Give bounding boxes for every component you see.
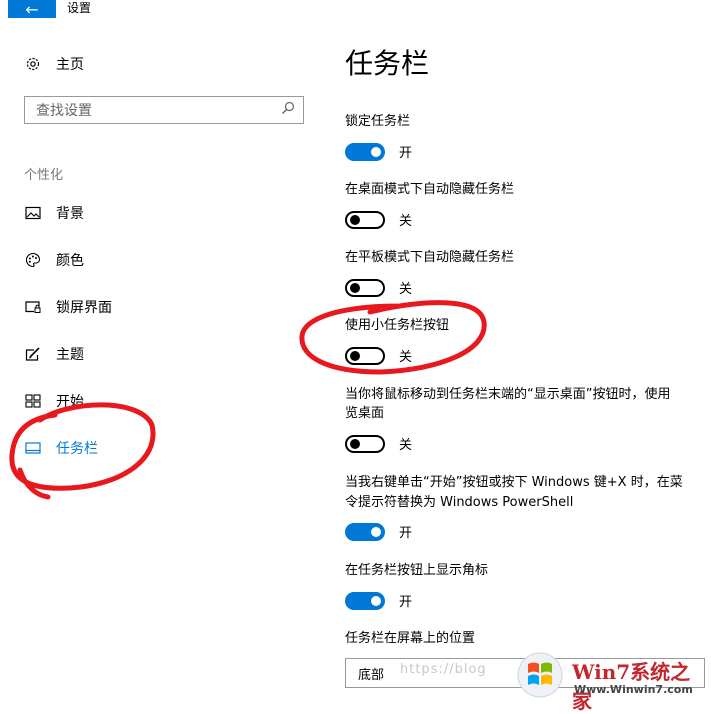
setting-label-small-buttons: 使用小任务栏按钮 (345, 318, 450, 333)
sidebar-item-label: 主页 (56, 57, 84, 73)
setting-peek: 关 (345, 434, 412, 453)
win7-logo: Win7系统之家 Www.Winwin7.com (512, 650, 710, 713)
section-label: 个性化 (24, 168, 64, 183)
theme-brush-icon (24, 345, 42, 363)
taskbar-icon (24, 439, 42, 457)
setting-label-autohide-tablet: 在平板模式下自动隐藏任务栏 (345, 250, 515, 265)
logo-url: Www.Winwin7.com (574, 683, 693, 696)
toggle-switch[interactable] (345, 142, 385, 161)
toggle-switch[interactable] (345, 346, 385, 365)
setting-label-peek-line1: 当你将鼠标移动到任务栏末端的“显示桌面”按钮时，使用 (345, 387, 671, 402)
toggle-state: 开 (399, 526, 413, 541)
sidebar-item-background[interactable]: 背景 (24, 203, 84, 223)
setting-small-buttons: 关 (345, 346, 412, 365)
dropdown-value: 底部 (358, 667, 385, 683)
setting-label-lock-taskbar: 锁定任务栏 (345, 114, 411, 129)
toggle-state: 关 (399, 214, 413, 229)
setting-lock-taskbar: 开 (345, 142, 412, 161)
palette-icon (24, 251, 42, 269)
setting-label-powershell-line2: 令提示符替换为 Windows PowerShell (345, 495, 574, 510)
setting-autohide-tablet: 关 (345, 278, 412, 297)
sidebar-item-label: 背景 (56, 206, 84, 222)
toggle-knob (371, 526, 381, 537)
toggle-knob (371, 146, 381, 157)
setting-label-autohide-desktop: 在桌面模式下自动隐藏任务栏 (345, 182, 515, 197)
sidebar-item-label: 锁屏界面 (56, 300, 112, 316)
sidebar-item-label: 任务栏 (56, 441, 98, 457)
sidebar-item-lockscreen[interactable]: 锁屏界面 (24, 297, 112, 317)
toggle-knob (371, 595, 381, 606)
watermark-url: https://blog (400, 662, 487, 677)
app-title: 设置 (67, 1, 92, 15)
sidebar-item-home[interactable]: 主页 (24, 54, 84, 74)
page-title: 任务栏 (345, 47, 430, 80)
search-icon (281, 101, 295, 119)
back-button[interactable]: ← (8, 0, 56, 19)
toggle-knob (350, 350, 360, 361)
setting-badges: 开 (345, 591, 412, 610)
setting-label-peek-line2: 览桌面 (345, 406, 385, 421)
toggle-knob (350, 214, 360, 225)
toggle-knob (350, 282, 360, 293)
toggle-switch[interactable] (345, 210, 385, 229)
toggle-state: 关 (399, 438, 413, 453)
arrow-left-icon: ← (25, 0, 39, 19)
setting-label-badges: 在任务栏按钮上显示角标 (345, 563, 489, 578)
search-input[interactable]: 查找设置 (24, 96, 304, 124)
toggle-state: 开 (399, 146, 413, 161)
toggle-switch[interactable] (345, 522, 385, 541)
sidebar-item-themes[interactable]: 主题 (24, 344, 84, 364)
start-tiles-icon (24, 392, 42, 410)
search-placeholder: 查找设置 (36, 103, 92, 119)
toggle-knob (350, 438, 360, 449)
toggle-state: 关 (399, 282, 413, 297)
toggle-state: 关 (399, 350, 413, 365)
sidebar-item-taskbar[interactable]: 任务栏 (24, 438, 98, 458)
sidebar-item-start[interactable]: 开始 (24, 391, 84, 411)
image-icon (24, 204, 42, 222)
sidebar-item-label: 主题 (56, 347, 84, 363)
sidebar-item-label: 颜色 (56, 253, 84, 269)
setting-autohide-desktop: 关 (345, 210, 412, 229)
lock-screen-icon (24, 298, 42, 316)
toggle-switch[interactable] (345, 278, 385, 297)
sidebar-item-label: 开始 (56, 394, 84, 410)
toggle-switch[interactable] (345, 591, 385, 610)
toggle-switch[interactable] (345, 434, 385, 453)
toggle-state: 开 (399, 595, 413, 610)
setting-label-powershell-line1: 当我右键单击“开始”按钮或按下 Windows 键+X 时，在菜 (345, 475, 683, 490)
setting-powershell: 开 (345, 522, 412, 541)
sidebar-item-colors[interactable]: 颜色 (24, 250, 84, 270)
setting-label-position: 任务栏在屏幕上的位置 (345, 631, 476, 646)
gear-icon (24, 55, 42, 73)
